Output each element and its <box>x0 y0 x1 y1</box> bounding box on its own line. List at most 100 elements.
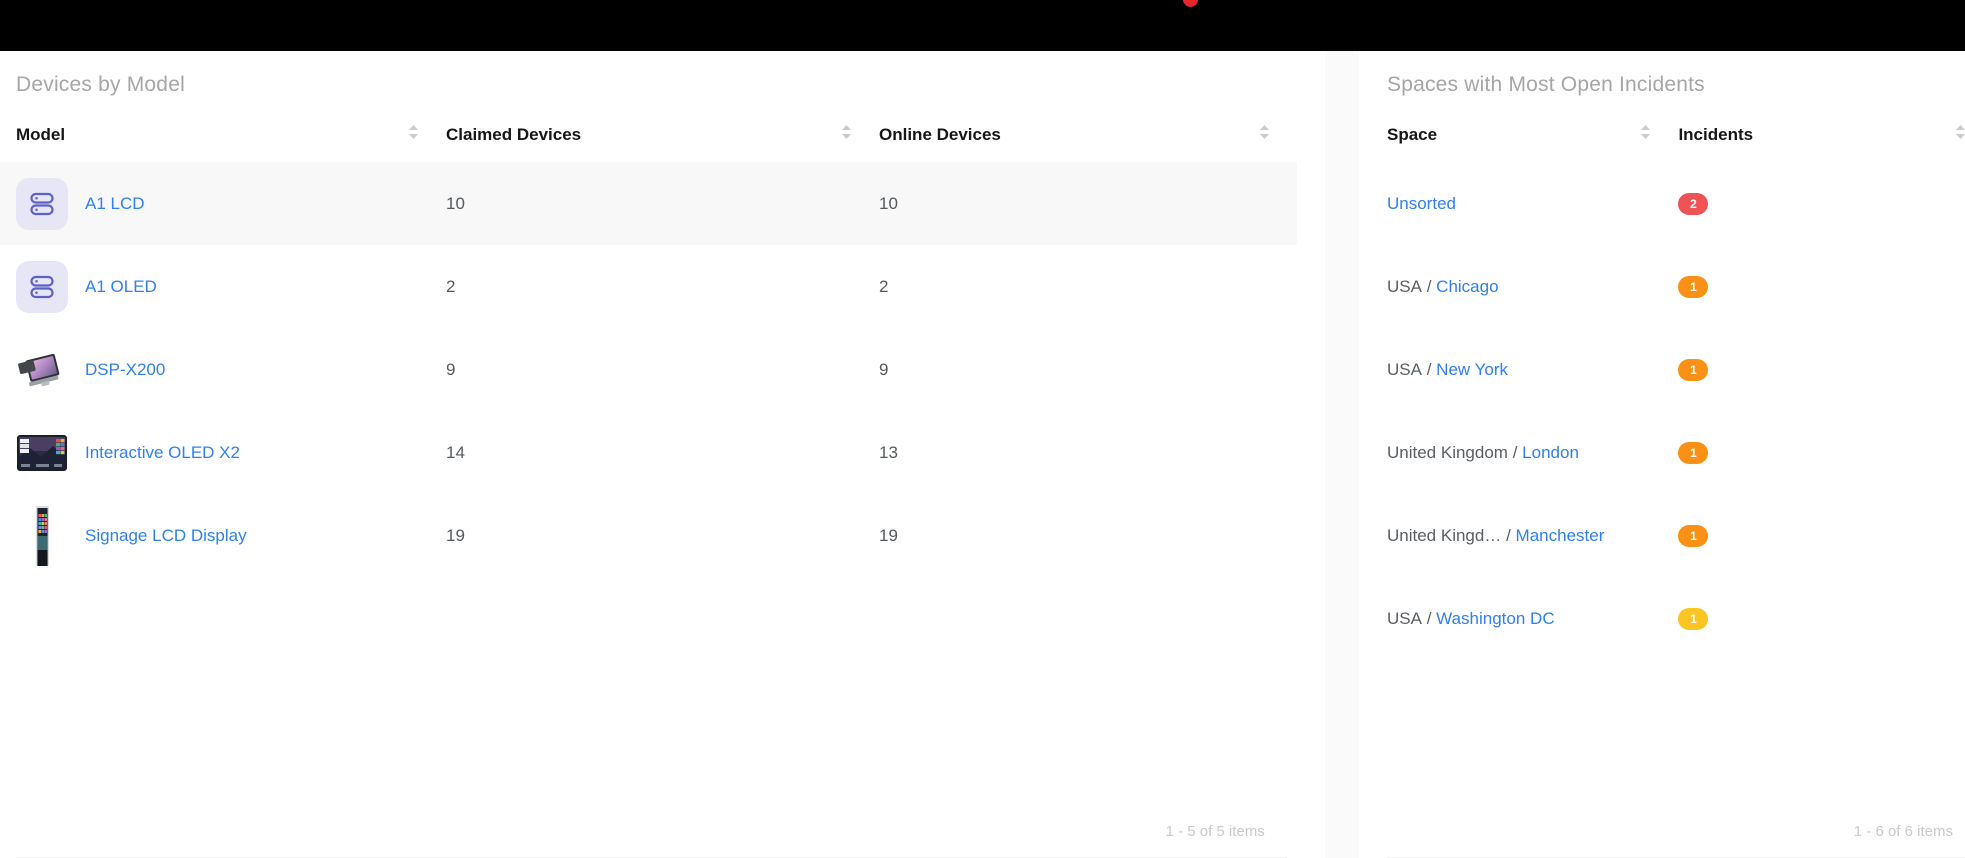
space-parent-label: USA <box>1387 359 1422 379</box>
model-link[interactable]: DSP-X200 <box>85 360 165 380</box>
devices-by-model-card: Devices by Model Model Claimed Devices O… <box>0 51 1325 858</box>
incidents-count-cell: 1 <box>1678 577 1965 660</box>
table-row[interactable]: A1 OLED 2 2 <box>16 245 1297 328</box>
space-link[interactable]: New York <box>1436 360 1508 379</box>
column-header-online-devices[interactable]: Online Devices <box>879 97 1297 162</box>
column-header-claimed-devices[interactable]: Claimed Devices <box>446 97 879 162</box>
table-row[interactable]: USA / Chicago 1 <box>1387 245 1965 328</box>
incidents-count-cell: 2 <box>1678 162 1965 245</box>
sort-toggle-icon[interactable] <box>1258 123 1271 146</box>
column-header-incidents-label: Incidents <box>1678 124 1754 144</box>
column-header-space[interactable]: Space <box>1387 97 1678 162</box>
space-parent-label: United Kingdom <box>1387 442 1508 462</box>
column-header-online-devices-label: Online Devices <box>879 124 1001 144</box>
model-cell: Signage LCD Display <box>16 494 446 577</box>
column-header-model[interactable]: Model <box>16 97 446 162</box>
dashboard-panels: Devices by Model Model Claimed Devices O… <box>0 51 1965 858</box>
space-cell: USA / Chicago <box>1387 245 1678 328</box>
column-header-incidents[interactable]: Incidents <box>1678 97 1965 162</box>
devices-pagination-summary: 1 - 5 of 5 items <box>1165 823 1265 840</box>
model-link[interactable]: Interactive OLED X2 <box>85 443 240 463</box>
column-header-claimed-devices-label: Claimed Devices <box>446 124 582 144</box>
status-badge: 1 <box>1678 358 1709 381</box>
incidents-count-cell: 1 <box>1678 494 1965 577</box>
spaces-table-header-row: Space Incidents <box>1387 97 1965 162</box>
space-parent-label: USA <box>1387 276 1422 296</box>
claimed-devices-cell: 9 <box>446 359 456 379</box>
space-cell: Unsorted <box>1387 162 1678 245</box>
spaces-incidents-table: Space Incidents Unsorted 2 USA / Chicago… <box>1387 97 1965 660</box>
sort-toggle-icon[interactable] <box>840 123 853 146</box>
table-row[interactable]: DSP-X200 9 9 <box>16 328 1297 411</box>
top-navigation-bar <box>0 0 1965 51</box>
online-devices-cell: 19 <box>879 525 898 545</box>
claimed-devices-cell: 10 <box>446 193 465 213</box>
model-cell: A1 LCD <box>16 162 446 245</box>
space-cell: USA / New York <box>1387 328 1678 411</box>
space-link[interactable]: London <box>1522 443 1579 462</box>
model-link[interactable]: Signage LCD Display <box>85 526 247 546</box>
sort-toggle-icon[interactable] <box>1639 123 1652 146</box>
table-row[interactable]: Interactive OLED X2 14 13 <box>16 411 1297 494</box>
dsp-x200-thumbnail <box>16 346 68 394</box>
model-link[interactable]: A1 LCD <box>85 194 145 214</box>
column-header-model-label: Model <box>16 124 66 144</box>
online-devices-cell: 10 <box>879 193 898 213</box>
devices-card-title: Devices by Model <box>16 73 185 96</box>
space-path-separator: / <box>1426 608 1432 628</box>
model-cell: DSP-X200 <box>16 328 446 411</box>
spaces-incidents-card: Spaces with Most Open Incidents Space In… <box>1359 51 1965 858</box>
online-devices-cell: 9 <box>879 359 889 379</box>
online-devices-cell: 13 <box>879 442 898 462</box>
space-link[interactable]: Washington DC <box>1436 609 1554 628</box>
sort-toggle-icon[interactable] <box>407 123 420 146</box>
space-link[interactable]: Manchester <box>1516 526 1605 545</box>
table-row[interactable]: United Kingd… / Manchester 1 <box>1387 494 1965 577</box>
incidents-count-cell: 1 <box>1678 328 1965 411</box>
devices-table: Model Claimed Devices Online Devices A1 … <box>16 97 1297 577</box>
space-parent-label: USA <box>1387 608 1422 628</box>
space-link[interactable]: Unsorted <box>1387 194 1456 213</box>
table-row[interactable]: USA / Washington DC 1 <box>1387 577 1965 660</box>
table-row[interactable]: Unsorted 2 <box>1387 162 1965 245</box>
status-badge: 1 <box>1678 275 1709 298</box>
server-icon <box>16 260 68 313</box>
space-path-separator: / <box>1426 276 1432 296</box>
model-thumbnail <box>16 260 68 313</box>
table-row[interactable]: USA / New York 1 <box>1387 328 1965 411</box>
status-badge: 1 <box>1678 524 1709 547</box>
claimed-devices-cell: 2 <box>446 276 456 296</box>
space-path-separator: / <box>1512 442 1518 462</box>
notification-badge-icon[interactable] <box>1183 0 1198 7</box>
devices-table-header-row: Model Claimed Devices Online Devices <box>16 97 1297 162</box>
model-thumbnail <box>16 427 68 479</box>
model-thumbnail <box>16 344 68 396</box>
model-link[interactable]: A1 OLED <box>85 277 157 297</box>
space-path-separator: / <box>1426 359 1432 379</box>
space-path-separator: / <box>1506 525 1511 545</box>
space-link[interactable]: Chicago <box>1436 277 1498 296</box>
table-row[interactable]: Signage LCD Display 19 19 <box>16 494 1297 577</box>
status-badge: 2 <box>1678 192 1709 215</box>
status-badge: 1 <box>1678 607 1709 630</box>
signage-lcd-thumbnail <box>27 505 57 567</box>
model-thumbnail <box>16 505 68 566</box>
model-cell: Interactive OLED X2 <box>16 411 446 494</box>
space-parent-label: United Kingd… <box>1387 525 1502 545</box>
table-row[interactable]: A1 LCD 10 10 <box>16 162 1297 245</box>
panel-divider <box>1324 51 1359 858</box>
online-devices-cell: 2 <box>879 276 889 296</box>
interactive-oled-thumbnail <box>17 434 67 471</box>
sort-toggle-icon[interactable] <box>1954 123 1965 146</box>
status-badge: 1 <box>1678 441 1709 464</box>
space-cell: United Kingdom / London <box>1387 411 1678 494</box>
model-thumbnail <box>16 177 68 230</box>
claimed-devices-cell: 14 <box>446 442 465 462</box>
column-header-space-label: Space <box>1387 124 1438 144</box>
space-cell: USA / Washington DC <box>1387 577 1678 660</box>
claimed-devices-cell: 19 <box>446 525 465 545</box>
incidents-card-title: Spaces with Most Open Incidents <box>1387 73 1705 96</box>
server-icon <box>16 177 68 230</box>
table-row[interactable]: United Kingdom / London 1 <box>1387 411 1965 494</box>
incidents-count-cell: 1 <box>1678 411 1965 494</box>
